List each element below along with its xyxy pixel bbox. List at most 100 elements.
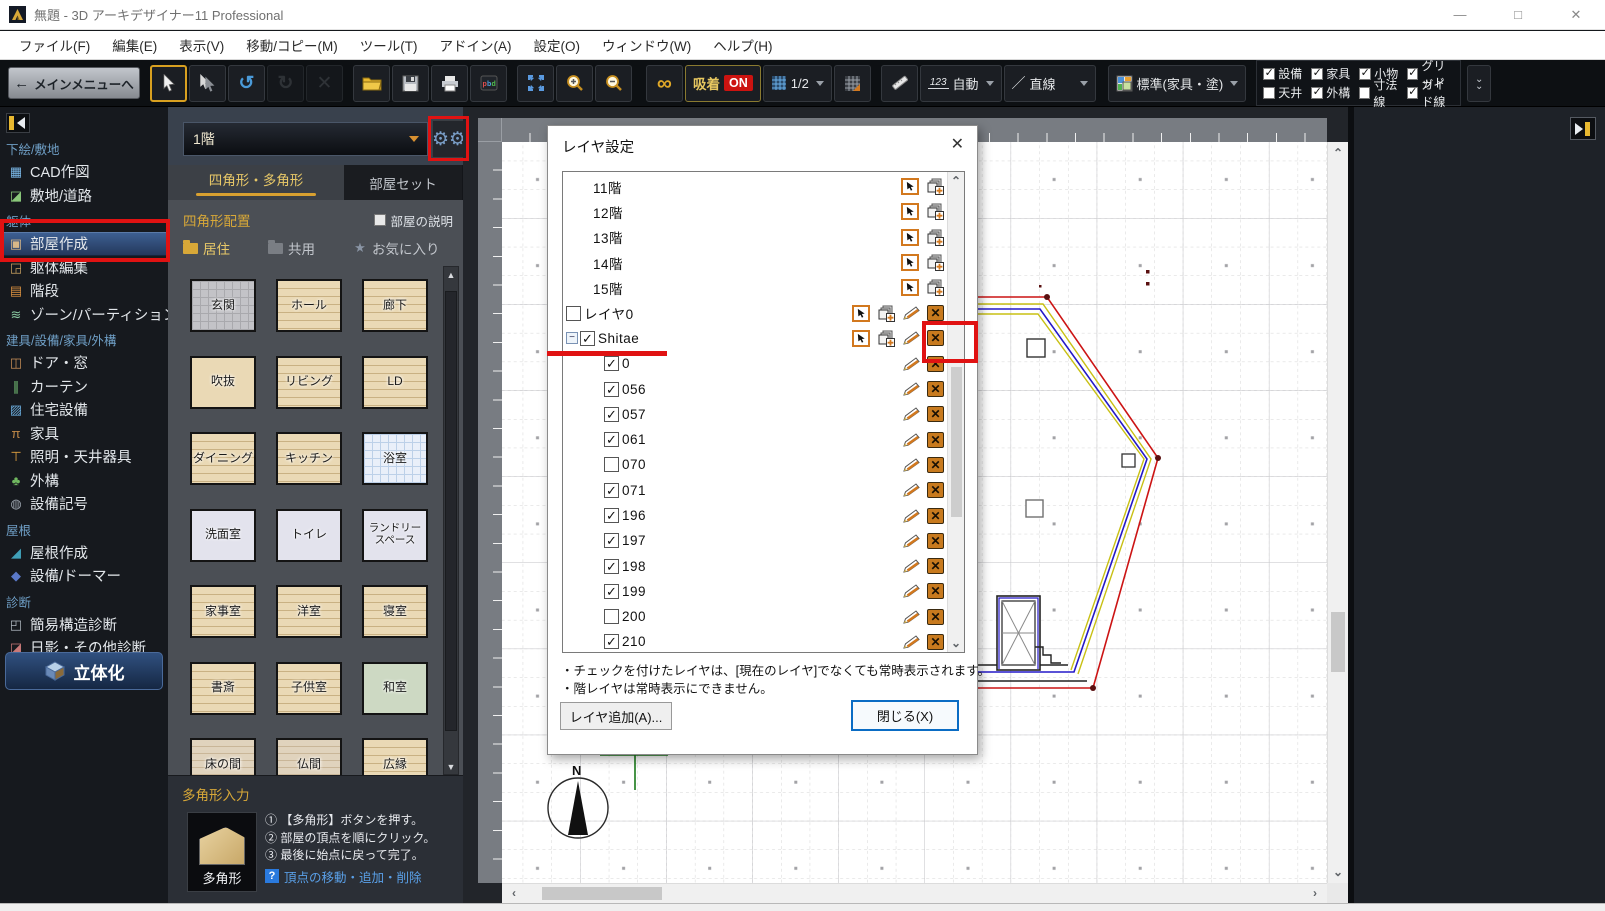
room-button-書斎[interactable]: 書斎 [190, 661, 256, 715]
layer-row-レイヤ0[interactable]: レイヤ0 ✕ [563, 300, 949, 325]
layer-visible-checkbox[interactable]: ✓ [604, 432, 619, 448]
layer-row-197[interactable]: ✓ 197 ✕ [563, 528, 949, 553]
rename-layer-icon[interactable] [902, 456, 920, 473]
copy-to-layer-icon[interactable] [926, 229, 944, 246]
zoom-out-button[interactable] [595, 64, 632, 102]
open-file-button[interactable] [353, 64, 390, 102]
sidebar-item-住宅設備[interactable]: ▨ 住宅設備 [0, 398, 168, 422]
copy-to-layer-icon[interactable] [877, 330, 895, 347]
rename-layer-icon[interactable] [902, 330, 920, 347]
sidebar-item-家具[interactable]: π 家具 [0, 422, 168, 446]
floor-selector-dropdown[interactable]: 1階 [183, 122, 428, 156]
zoom-in-button[interactable] [556, 64, 593, 102]
sidebar-item-外構[interactable]: ♣ 外構 [0, 469, 168, 493]
scroll-down-icon[interactable]: ⌄ [946, 634, 964, 652]
sidebar-item-設備/ドーマー[interactable]: ◆ 設備/ドーマー [0, 564, 168, 588]
rename-layer-icon[interactable] [902, 633, 920, 650]
layer-row-0[interactable]: ✓ 0 ✕ [563, 351, 949, 376]
category-tab-共用[interactable]: 共用 [268, 238, 315, 258]
delete-layer-icon[interactable]: ✕ [927, 532, 944, 549]
pdf-export-button[interactable]: pbd [470, 64, 507, 102]
copy-to-layer-icon[interactable] [926, 178, 944, 196]
rename-layer-icon[interactable] [902, 406, 920, 423]
layer-visible-checkbox[interactable]: ✓ [604, 381, 619, 397]
layer-settings-gear-button[interactable]: ⚙⚙ [432, 120, 463, 158]
menu-item-4[interactable]: 移動/コピー(M) [235, 31, 349, 59]
toolbar-overflow-button[interactable]: ⌄ ⌄ [1467, 64, 1492, 102]
display-style-dropdown[interactable]: 標準(家具・塗) [1107, 64, 1247, 102]
layer-row-14階[interactable]: 14階 [563, 250, 949, 275]
menu-item-3[interactable]: 表示(V) [168, 31, 235, 59]
room-button-床の間[interactable]: 床の間 [190, 738, 256, 775]
delete-layer-icon[interactable]: ✕ [927, 305, 944, 322]
room-button-キッチン[interactable]: キッチン [276, 432, 342, 485]
layer-row-210[interactable]: ✓ 210 ✕ [563, 629, 949, 652]
redo-button[interactable]: ↻ [267, 64, 304, 102]
toggle-寸法線[interactable]: 寸法線 [1359, 78, 1406, 109]
room-button-寝室[interactable]: 寝室 [362, 585, 428, 638]
save-button[interactable] [392, 64, 429, 102]
sidebar-item-簡易構造診断[interactable]: ◰ 簡易構造診断 [0, 613, 168, 637]
room-button-浴室[interactable]: 浴室 [362, 432, 428, 485]
canvas-vertical-scrollbar[interactable]: ⌃ ⌄ [1327, 142, 1348, 883]
rename-layer-icon[interactable] [902, 608, 920, 625]
dimension-auto-dropdown[interactable]: 123 自動 [919, 64, 1002, 102]
layer-row-071[interactable]: ✓ 071 ✕ [563, 478, 949, 503]
delete-layer-icon[interactable]: ✕ [927, 355, 944, 372]
set-current-layer-icon[interactable] [901, 203, 919, 221]
layer-visible-checkbox[interactable]: ✓ [604, 508, 619, 523]
rename-layer-icon[interactable] [902, 381, 920, 398]
menu-item-9[interactable]: ヘルプ(H) [702, 31, 783, 59]
print-button[interactable] [431, 64, 468, 102]
layer-visible-checkbox[interactable] [604, 609, 619, 625]
sidebar-item-階段[interactable]: ▤ 階段 [0, 279, 168, 303]
room-description-checkbox[interactable]: 部屋の説明 [374, 211, 453, 230]
maximize-button[interactable]: □ [1489, 0, 1547, 30]
toggle-外構[interactable]: ✓ 外構 [1311, 83, 1358, 102]
menu-item-2[interactable]: 編集(E) [101, 31, 168, 59]
dialog-close-button[interactable]: 閉じる(X) [851, 700, 959, 731]
toggle-天井[interactable]: 天井 [1263, 83, 1310, 102]
scroll-right-icon[interactable]: › [1305, 884, 1325, 902]
layer-row-061[interactable]: ✓ 061 ✕ [563, 427, 949, 452]
tab-rect-polygon[interactable]: 四角形・多角形 [168, 165, 344, 200]
sidebar-item-屋根作成[interactable]: ◢ 屋根作成 [0, 541, 168, 565]
main-menu-button[interactable]: ← メインメニューへ [8, 67, 140, 99]
scroll-up-icon[interactable]: ⌃ [946, 172, 964, 190]
sidebar-item-カーテン[interactable]: ∥ カーテン [0, 375, 168, 399]
tab-room-set[interactable]: 部屋セット [344, 165, 462, 200]
rename-layer-icon[interactable] [902, 305, 920, 322]
scroll-thumb[interactable] [542, 887, 662, 900]
layer-row-11階[interactable]: 11階 [563, 174, 949, 199]
room-button-玄関[interactable]: 玄関 [190, 279, 256, 332]
scroll-up-icon[interactable]: ▲ [444, 268, 458, 281]
sidebar-item-ゾーン/パーティション[interactable]: ≋ ゾーン/パーティション [0, 303, 168, 327]
sidebar-item-照明・天井器具[interactable]: ⊤ 照明・天井器具 [0, 445, 168, 469]
add-layer-button[interactable]: レイヤ追加(A)... [560, 702, 672, 730]
sidebar-item-躯体編集[interactable]: ◲ 躯体編集 [0, 256, 168, 280]
palette-scrollbar[interactable]: ▲ ▼ [443, 266, 459, 775]
layer-visible-checkbox[interactable]: ✓ [604, 356, 619, 372]
layer-row-056[interactable]: ✓ 056 ✕ [563, 376, 949, 401]
room-button-リビング[interactable]: リビング [276, 355, 342, 409]
collapse-expander-icon[interactable]: − [566, 332, 578, 345]
copy-to-layer-icon[interactable] [877, 305, 895, 322]
delete-layer-icon[interactable]: ✕ [927, 456, 944, 473]
room-button-ランドリー[interactable]: ランドリー スペース [362, 508, 428, 562]
menu-item-6[interactable]: アドイン(A) [429, 31, 523, 59]
toggle-ガイド線[interactable]: ✓ ガイド線 [1407, 78, 1454, 109]
room-button-トイレ[interactable]: トイレ [276, 508, 342, 562]
layer-visible-checkbox[interactable]: ✓ [604, 406, 619, 422]
undo-button[interactable]: ↺ [228, 64, 265, 102]
category-tab-居住[interactable]: 居住 [183, 238, 230, 258]
layer-row-057[interactable]: ✓ 057 ✕ [563, 402, 949, 427]
layer-row-200[interactable]: 200 ✕ [563, 604, 949, 629]
set-current-layer-icon[interactable] [852, 304, 870, 322]
delete-layer-icon[interactable]: ✕ [927, 507, 944, 524]
layer-visible-checkbox[interactable]: ✓ [580, 330, 595, 346]
line-type-dropdown[interactable]: ／ 直線 [1003, 64, 1096, 102]
category-tab-お気に入り[interactable]: ★ お気に入り [353, 238, 439, 258]
menu-item-1[interactable]: ファイル(F) [8, 31, 101, 59]
room-button-仏間[interactable]: 仏間 [276, 738, 342, 775]
set-current-layer-icon[interactable] [901, 279, 919, 297]
